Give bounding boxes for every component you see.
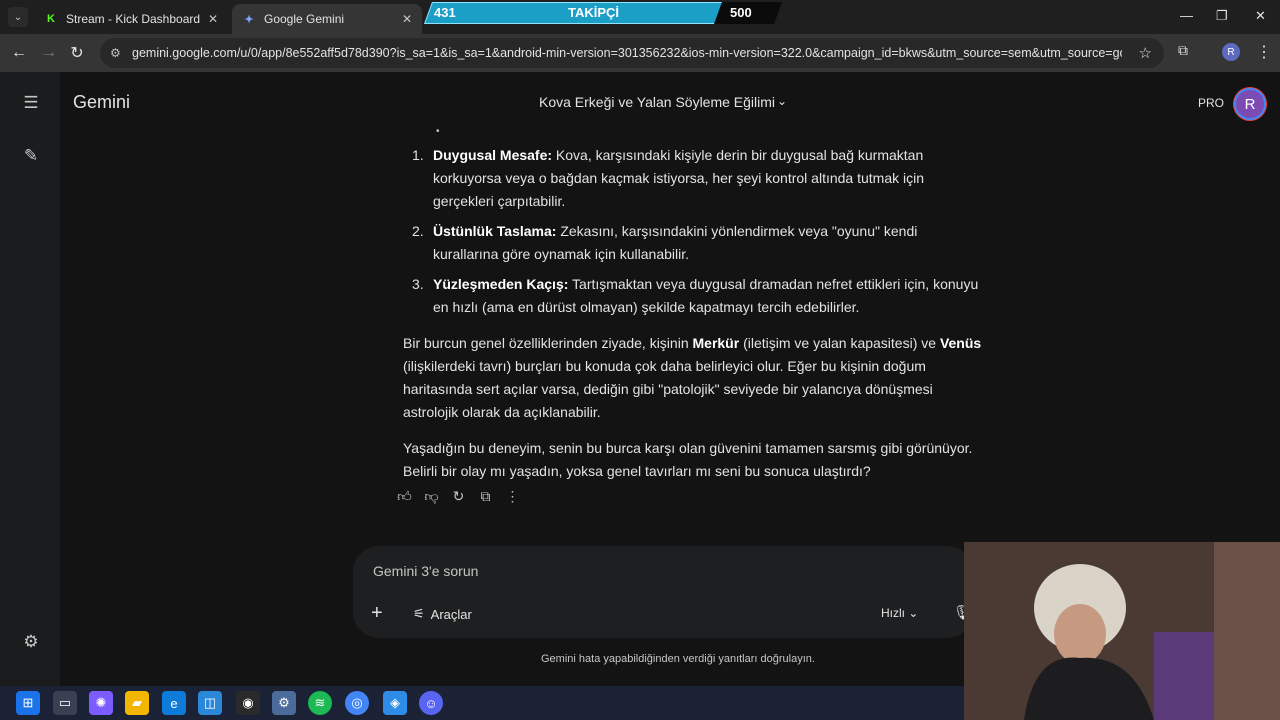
copilot-icon[interactable]: ✺ <box>89 691 113 715</box>
follower-goal-count: 500 <box>730 5 752 20</box>
microsoft-store-icon[interactable]: ◫ <box>198 691 222 715</box>
task-view-icon[interactable]: ▭ <box>53 691 77 715</box>
list-item: 1. Duygusal Mesafe: Kova, karşısındaki ki… <box>412 147 925 209</box>
chrome-icon[interactable]: ◎ <box>345 691 369 715</box>
model-response: • 1. Duygusal Mesafe: Kova, karşısındaki … <box>403 124 983 483</box>
disclaimer-text: Gemini hata yapabildiğinden verdiği yanı… <box>541 653 815 665</box>
tab-kick-dashboard[interactable]: K Stream - Kick Dashboard ✕ <box>34 4 228 34</box>
browser-profile-avatar[interactable]: R <box>1222 43 1240 61</box>
windows-start-icon[interactable]: ⊞ <box>16 691 40 715</box>
windows-taskbar: ⊞ ▭ ✺ ▰ e ◫ ◉ ⚙ ≋ ◎ ◈ ☺ <box>0 686 964 720</box>
network-app-icon[interactable]: ◈ <box>383 691 407 715</box>
add-file-icon[interactable]: + <box>371 602 383 625</box>
settings-gear-icon[interactable]: ⚙ <box>20 631 42 653</box>
list-item: 2. Üstünlük Taslama: Zekasını, karşısında… <box>412 223 918 262</box>
response-paragraph: Yaşadığın bu deneyim, senin bu burca kar… <box>403 440 973 479</box>
browser-menu-icon[interactable]: ⋮ <box>1256 42 1272 62</box>
chat-title[interactable]: Kova Erkeği ve Yalan Söyleme Eğilimi <box>539 94 775 110</box>
window-close-icon[interactable]: ✕ <box>1255 8 1266 24</box>
thumbs-down-icon[interactable]: 👎︎ <box>423 488 440 505</box>
model-speed-selector[interactable]: Hızlı ⌄ <box>881 606 918 620</box>
browser-toolbar: ← → ↻ ⚙ gemini.google.com/u/0/app/8e552a… <box>0 34 1280 72</box>
prompt-input[interactable]: Gemini 3'e sorun <box>373 563 478 579</box>
tab-label: Stream - Kick Dashboard <box>66 12 201 26</box>
tab-close-icon[interactable]: ✕ <box>208 12 218 26</box>
new-chat-icon[interactable]: ✎ <box>20 145 42 167</box>
bookmark-star-icon[interactable]: ☆ <box>1139 44 1152 62</box>
tab-google-gemini[interactable]: ✦ Google Gemini ✕ <box>232 4 422 34</box>
tab-label: Google Gemini <box>264 12 345 26</box>
obs-icon[interactable]: ◉ <box>236 691 260 715</box>
url-text[interactable]: gemini.google.com/u/0/app/8e552aff5d78d3… <box>132 46 1122 60</box>
follower-goal-overlay: 431 TAKİPÇİ 500 <box>418 2 784 24</box>
kick-favicon-icon: K <box>44 12 58 26</box>
streamer-webcam <box>964 542 1280 720</box>
response-actions: 👍︎ 👎︎ ↻ ⧉ ⋮ <box>396 488 521 505</box>
address-bar[interactable]: ⚙ gemini.google.com/u/0/app/8e552aff5d78… <box>100 38 1164 68</box>
response-paragraph: Bir burcun genel özelliklerinden ziyade,… <box>403 335 982 420</box>
regenerate-icon[interactable]: ↻ <box>450 488 467 505</box>
gemini-header: Gemini Kova Erkeği ve Yalan Söyleme Eğil… <box>60 72 1280 132</box>
minimize-icon[interactable]: — <box>1180 8 1193 23</box>
list-bullet-remnant: • <box>436 126 440 137</box>
gemini-favicon-icon: ✦ <box>244 13 254 26</box>
follower-label: TAKİPÇİ <box>568 5 620 20</box>
prompt-composer[interactable]: Gemini 3'e sorun + ⚟ Araçlar Hızlı ⌄ 🎙︎ <box>353 546 973 638</box>
tab-close-icon[interactable]: ✕ <box>402 12 412 26</box>
follower-current-count: 431 <box>434 5 456 20</box>
response-list: 1. Duygusal Mesafe: Kova, karşısındaki ki… <box>403 144 983 319</box>
extensions-icon[interactable]: ⧉ <box>1178 42 1188 59</box>
list-item: 3. Yüzleşmeden Kaçış: Tartışmaktan veya d… <box>412 276 979 315</box>
tools-icon: ⚟ <box>413 606 425 621</box>
thumbs-up-icon[interactable]: 👍︎ <box>396 488 413 505</box>
pro-badge: PRO <box>1198 96 1225 110</box>
reload-icon[interactable]: ↻ <box>66 42 88 64</box>
gemini-brand[interactable]: Gemini <box>73 92 130 113</box>
tab-search-dropdown[interactable]: ⌄ <box>8 7 28 27</box>
hamburger-menu-icon[interactable]: ☰ <box>20 92 42 114</box>
spotify-icon[interactable]: ≋ <box>308 691 332 715</box>
site-info-icon[interactable]: ⚙ <box>110 46 130 60</box>
file-explorer-icon[interactable]: ▰ <box>125 691 149 715</box>
more-options-icon[interactable]: ⋮ <box>504 488 521 505</box>
chevron-down-icon[interactable]: ⌄ <box>777 94 787 108</box>
tools-button[interactable]: ⚟ Araçlar <box>413 606 472 622</box>
gemini-sidebar: ☰ ✎ ⚙ <box>0 72 60 686</box>
settings-app-icon[interactable]: ⚙ <box>272 691 296 715</box>
forward-icon[interactable]: → <box>38 42 60 64</box>
account-avatar[interactable]: R <box>1234 88 1266 120</box>
restore-icon[interactable]: ❐ <box>1216 8 1228 24</box>
copy-icon[interactable]: ⧉ <box>477 488 494 505</box>
back-icon[interactable]: ← <box>8 42 30 64</box>
discord-icon[interactable]: ☺ <box>419 691 443 715</box>
edge-browser-icon[interactable]: e <box>162 691 186 715</box>
